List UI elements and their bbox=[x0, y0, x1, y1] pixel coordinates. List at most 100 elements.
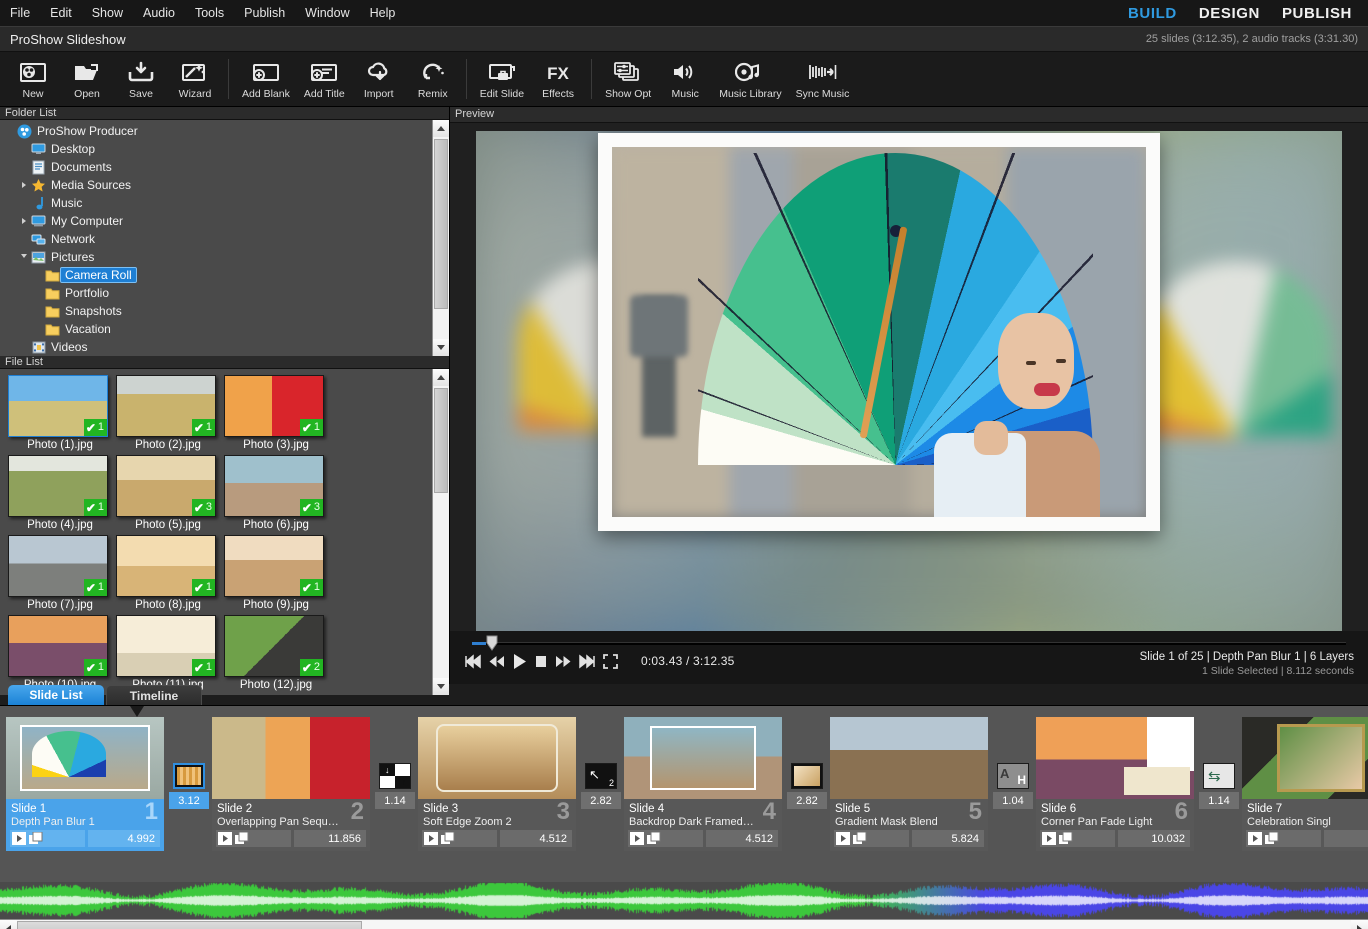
file-thumbnail[interactable]: ✔1 bbox=[8, 615, 108, 677]
scroll-left-icon[interactable] bbox=[0, 920, 17, 929]
slide-item[interactable]: Slide 4Backdrop Dark Framed Zoo...44.512 bbox=[624, 717, 782, 851]
menu-item-slide[interactable]: Audio bbox=[133, 3, 185, 23]
folder-list-scrollbar[interactable] bbox=[432, 120, 449, 356]
file-thumbnail[interactable]: ✔3 bbox=[224, 455, 324, 517]
play-slide-icon[interactable] bbox=[424, 832, 438, 845]
file-thumbnail[interactable]: ✔1 bbox=[8, 375, 108, 437]
folder-item-vacation[interactable]: Vacation bbox=[0, 320, 432, 338]
tab-timeline[interactable]: Timeline bbox=[106, 685, 202, 705]
menu-item-show[interactable]: Show bbox=[82, 3, 133, 23]
slide-action-bar[interactable] bbox=[422, 830, 497, 847]
file-thumbnail[interactable]: ✔1 bbox=[224, 375, 324, 437]
file-list-scrollbar[interactable] bbox=[432, 369, 449, 695]
transition-duration[interactable]: 1.14 bbox=[375, 792, 415, 809]
folder-item-snapshots[interactable]: Snapshots bbox=[0, 302, 432, 320]
push-transition-icon[interactable]: ↓↑ bbox=[379, 763, 411, 789]
folder-item-proshow-producer[interactable]: ProShow Producer bbox=[0, 122, 432, 140]
file-scroll-thumb[interactable] bbox=[434, 388, 448, 493]
transition-item[interactable]: ⇆ 1.14 bbox=[1199, 717, 1239, 809]
file-thumbnail[interactable]: ✔1 bbox=[116, 615, 216, 677]
hscroll-track[interactable] bbox=[17, 920, 1351, 929]
skip-end-button[interactable] bbox=[579, 654, 596, 669]
scrubber-handle[interactable] bbox=[486, 635, 498, 651]
slide-duration[interactable]: 4.992 bbox=[88, 830, 160, 847]
file-item[interactable]: ✔1Photo (3).jpg bbox=[224, 375, 328, 451]
preview-scrubber[interactable] bbox=[464, 635, 1354, 651]
effects-button[interactable]: FX Effects bbox=[531, 52, 585, 106]
file-item[interactable]: ✔2Photo (12).jpg bbox=[224, 615, 328, 691]
copy-slide-icon[interactable] bbox=[1059, 832, 1073, 845]
menu-item-audio[interactable]: Tools bbox=[185, 3, 234, 23]
file-item[interactable]: ✔1Photo (8).jpg bbox=[116, 535, 220, 611]
file-item[interactable]: ✔1Photo (11).jpg bbox=[116, 615, 220, 691]
scroll-down-icon[interactable] bbox=[433, 339, 449, 356]
scroll-right-icon[interactable] bbox=[1351, 920, 1368, 929]
zigzag-transition-icon[interactable]: ⇆ bbox=[1203, 763, 1235, 789]
folder-item-desktop[interactable]: Desktop bbox=[0, 140, 432, 158]
copy-slide-icon[interactable] bbox=[647, 832, 661, 845]
slide-thumbnail[interactable] bbox=[1242, 717, 1368, 799]
file-item[interactable]: ✔1Photo (1).jpg bbox=[8, 375, 112, 451]
file-thumbnail[interactable]: ✔3 bbox=[116, 455, 216, 517]
slide-action-bar[interactable] bbox=[834, 830, 909, 847]
scroll-up-icon[interactable] bbox=[433, 369, 449, 386]
transition-duration[interactable]: 3.12 bbox=[169, 792, 209, 809]
transition-duration[interactable]: 2.82 bbox=[787, 792, 827, 809]
slide-duration[interactable]: 4.512 bbox=[706, 830, 778, 847]
slide-action-bar[interactable] bbox=[10, 830, 85, 847]
copy-slide-icon[interactable] bbox=[1265, 832, 1279, 845]
transition-item[interactable]: AH1.04 bbox=[993, 717, 1033, 809]
file-item[interactable]: ✔1Photo (4).jpg bbox=[8, 455, 112, 531]
slide-thumbnail[interactable] bbox=[418, 717, 576, 799]
slide-action-bar[interactable] bbox=[1040, 830, 1115, 847]
transition-item[interactable]: 2.82 bbox=[787, 717, 827, 809]
chevron-right-icon[interactable] bbox=[18, 182, 30, 188]
folder-item-music[interactable]: Music bbox=[0, 194, 432, 212]
show-options-button[interactable]: Show Opt bbox=[598, 52, 658, 106]
copy-slide-icon[interactable] bbox=[235, 832, 249, 845]
open-button[interactable]: Open bbox=[60, 52, 114, 106]
wizard-button[interactable]: Wizard bbox=[168, 52, 222, 106]
folder-item-portfolio[interactable]: Portfolio bbox=[0, 284, 432, 302]
menu-item-help[interactable] bbox=[405, 10, 425, 16]
slide-item[interactable]: Slide 3Soft Edge Zoom 234.512 bbox=[418, 717, 576, 851]
menu-item-file[interactable]: File bbox=[0, 3, 40, 23]
folder-item-my-computer[interactable]: My Computer bbox=[0, 212, 432, 230]
slide-item[interactable]: Slide 6Corner Pan Fade Light610.032 bbox=[1036, 717, 1194, 851]
fade-transition-icon[interactable] bbox=[791, 763, 823, 789]
file-item[interactable]: ✔1Photo (9).jpg bbox=[224, 535, 328, 611]
wipe-arrow-transition-icon[interactable]: ↖2 bbox=[585, 763, 617, 789]
slide-thumbnail[interactable] bbox=[624, 717, 782, 799]
transition-item[interactable]: 3.12 bbox=[169, 717, 209, 809]
audio-track[interactable] bbox=[0, 882, 1368, 919]
folder-scroll-track[interactable] bbox=[433, 137, 449, 339]
folder-item-media-sources[interactable]: Media Sources bbox=[0, 176, 432, 194]
scroll-down-icon[interactable] bbox=[433, 678, 449, 695]
save-button[interactable]: Save bbox=[114, 52, 168, 106]
fast-forward-button[interactable] bbox=[555, 654, 572, 669]
add-blank-button[interactable]: Add Blank bbox=[235, 52, 297, 106]
menu-item-window[interactable]: Help bbox=[360, 3, 406, 23]
file-thumbnail[interactable]: ✔1 bbox=[116, 375, 216, 437]
file-item[interactable]: ✔1Photo (7).jpg bbox=[8, 535, 112, 611]
copy-slide-icon[interactable] bbox=[441, 832, 455, 845]
slide-duration[interactable]: 4.512 bbox=[500, 830, 572, 847]
slide-item[interactable]: Slide 2Overlapping Pan Sequence ...211.8… bbox=[212, 717, 370, 851]
transition-item[interactable]: ↓↑ 1.14 bbox=[375, 717, 415, 809]
menu-item-edit[interactable]: Edit bbox=[40, 3, 82, 23]
preview-stage[interactable] bbox=[450, 123, 1368, 631]
slide-thumbnail[interactable] bbox=[6, 717, 164, 799]
folder-item-documents[interactable]: Documents bbox=[0, 158, 432, 176]
copy-slide-icon[interactable] bbox=[29, 832, 43, 845]
file-item[interactable]: ✔3Photo (5).jpg bbox=[116, 455, 220, 531]
chevron-right-icon[interactable] bbox=[18, 218, 30, 224]
play-slide-icon[interactable] bbox=[12, 832, 26, 845]
scrubber-track[interactable] bbox=[472, 642, 1346, 645]
mode-design[interactable]: DESIGN bbox=[1199, 5, 1260, 22]
folder-item-videos[interactable]: Videos bbox=[0, 338, 432, 356]
transition-duration[interactable]: 2.82 bbox=[581, 792, 621, 809]
transition-duration[interactable]: 1.14 bbox=[1199, 792, 1239, 809]
mode-publish[interactable]: PUBLISH bbox=[1282, 5, 1352, 22]
slide-duration[interactable]: 5.824 bbox=[912, 830, 984, 847]
play-button[interactable] bbox=[512, 653, 527, 670]
